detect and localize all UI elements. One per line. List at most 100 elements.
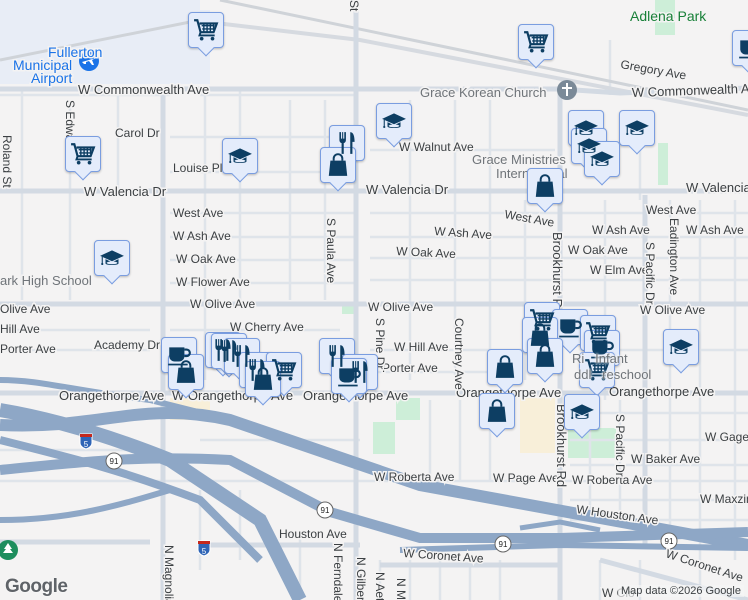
shopping-bag-icon	[173, 359, 199, 385]
svg-text:N Magnolia: N Magnolia	[162, 545, 176, 600]
svg-text:W Flower Ave: W Flower Ave	[176, 275, 250, 289]
shopping-cart-icon	[193, 17, 219, 43]
map-marker-shopping[interactable]	[168, 354, 204, 390]
svg-text:W Valencia Dr: W Valencia Dr	[686, 180, 748, 195]
map-marker-cafe[interactable]	[732, 30, 748, 66]
map-marker-grocery[interactable]	[65, 136, 101, 172]
map-marker-cafe[interactable]	[552, 309, 588, 345]
route-91-shield: 91	[316, 501, 334, 519]
route-91-shield: 91	[494, 535, 512, 553]
svg-text:N Ferndale: N Ferndale	[331, 543, 345, 600]
map-marker-cafe[interactable]	[331, 358, 367, 394]
svg-text:Grace Ministries: Grace Ministries	[472, 152, 566, 167]
svg-text:Houston Ave: Houston Ave	[279, 527, 347, 541]
svg-text:W Commonwealth Ave: W Commonwealth Ave	[632, 80, 748, 100]
svg-text:Carol Dr: Carol Dr	[115, 126, 160, 140]
park-area	[658, 143, 668, 185]
map-marker-school[interactable]	[619, 110, 655, 146]
svg-text:W Elm Ave: W Elm Ave	[590, 263, 649, 277]
map-marker-school[interactable]	[94, 240, 130, 276]
shopping-bag-icon	[492, 354, 518, 380]
interstate-5-shield: 5	[79, 433, 93, 450]
svg-text:91: 91	[110, 457, 119, 466]
svg-text:Orangethorpe Ave: Orangethorpe Ave	[59, 388, 164, 403]
svg-text:91: 91	[665, 537, 674, 546]
svg-text:5: 5	[202, 547, 207, 556]
svg-text:W Hill Ave: W Hill Ave	[394, 340, 449, 354]
svg-text:West Ave: West Ave	[503, 207, 555, 230]
svg-text:N Mo: N Mo	[394, 578, 408, 600]
svg-text:W Ash Ave: W Ash Ave	[434, 224, 493, 242]
map-canvas[interactable]: 5 5 91 91 91 91 Fullerton Municipal Airp…	[0, 0, 748, 600]
svg-text:Louise Pl: Louise Pl	[173, 161, 222, 175]
shopping-bag-icon	[532, 173, 558, 199]
svg-text:91: 91	[321, 506, 330, 515]
svg-text:Olive Ave: Olive Ave	[0, 302, 51, 316]
svg-text:W Ash Ave: W Ash Ave	[173, 229, 231, 243]
park-area	[373, 422, 395, 454]
svg-text:Hill Ave: Hill Ave	[0, 322, 40, 336]
svg-text:Courtney Ave: Courtney Ave	[452, 318, 466, 390]
shopping-bag-icon	[250, 366, 276, 392]
map-marker-grocery[interactable]	[518, 24, 554, 60]
svg-text:Grace Korean Church: Grace Korean Church	[420, 85, 546, 100]
map-marker-shopping[interactable]	[527, 338, 563, 374]
svg-text:W Ash Ave: W Ash Ave	[592, 223, 650, 237]
graduation-cap-icon	[227, 143, 253, 169]
shopping-area	[520, 398, 555, 453]
svg-text:Porter Ave: Porter Ave	[382, 361, 438, 375]
map-attribution[interactable]: Map data ©2026 Google	[617, 585, 744, 597]
graduation-cap-icon	[569, 399, 595, 425]
svg-text:W Olive Ave: W Olive Ave	[640, 303, 705, 317]
shopping-bag-icon	[325, 152, 351, 178]
church-icon[interactable]	[557, 80, 577, 100]
svg-text:ark High School: ark High School	[0, 273, 92, 288]
svg-text:Roland St: Roland St	[0, 135, 14, 188]
svg-text:W Roberta Ave: W Roberta Ave	[572, 473, 653, 487]
svg-text:5: 5	[84, 440, 89, 449]
svg-text:W Commonwealth Ave: W Commonwealth Ave	[78, 82, 209, 97]
svg-text:Gregory Ave: Gregory Ave	[619, 57, 687, 82]
coffee-cup-icon	[336, 363, 362, 389]
svg-text:St: St	[347, 0, 361, 12]
map-marker-shopping[interactable]	[487, 349, 523, 385]
svg-text:W Valencia Dr: W Valencia Dr	[366, 182, 449, 197]
svg-text:N Aet: N Aet	[373, 572, 387, 600]
map-marker-grocery[interactable]	[188, 12, 224, 48]
svg-text:W Olive Ave: W Olive Ave	[190, 297, 255, 311]
map-marker-school[interactable]	[222, 138, 258, 174]
google-logo: Google	[5, 576, 68, 597]
svg-text:Eadington Ave: Eadington Ave	[667, 218, 681, 296]
coffee-cup-icon	[737, 35, 748, 61]
preschool-label-line1: Ri Infant	[572, 351, 628, 366]
svg-text:W Oak Ave: W Oak Ave	[568, 243, 628, 257]
graduation-cap-icon	[624, 115, 650, 141]
svg-text:Adlena Park: Adlena Park	[630, 8, 707, 24]
svg-text:N Gilbert: N Gilbert	[354, 557, 368, 600]
map-marker-school[interactable]	[564, 394, 600, 430]
map-marker-shopping[interactable]	[479, 393, 515, 429]
graduation-cap-icon	[589, 146, 615, 172]
shopping-bag-icon	[532, 343, 558, 369]
graduation-cap-icon	[668, 334, 694, 360]
svg-text:W Page Ave: W Page Ave	[493, 471, 559, 485]
map-marker-school[interactable]	[663, 329, 699, 365]
interstate-5-shield: 5	[197, 540, 211, 557]
graduation-cap-icon	[99, 245, 125, 271]
shopping-bag-icon	[484, 398, 510, 424]
svg-text:West Ave: West Ave	[646, 203, 697, 217]
svg-text:West Ave: West Ave	[173, 206, 224, 220]
svg-text:W Walnut Ave: W Walnut Ave	[399, 140, 474, 154]
svg-text:W Cherry Ave: W Cherry Ave	[230, 320, 304, 334]
map-marker-school[interactable]	[376, 103, 412, 139]
svg-text:Airport: Airport	[31, 70, 72, 86]
map-marker-school[interactable]	[584, 141, 620, 177]
map-marker-shopping[interactable]	[527, 168, 563, 204]
svg-text:W Valencia Dr: W Valencia Dr	[84, 184, 167, 199]
svg-text:Academy Dr: Academy Dr	[94, 338, 160, 352]
coffee-cup-icon	[557, 314, 583, 340]
map-marker-shopping[interactable]	[245, 361, 281, 397]
svg-text:S Pacific Dr: S Pacific Dr	[613, 414, 627, 477]
svg-text:W Gage Ave: W Gage Ave	[705, 430, 748, 444]
map-marker-shopping[interactable]	[320, 147, 356, 183]
